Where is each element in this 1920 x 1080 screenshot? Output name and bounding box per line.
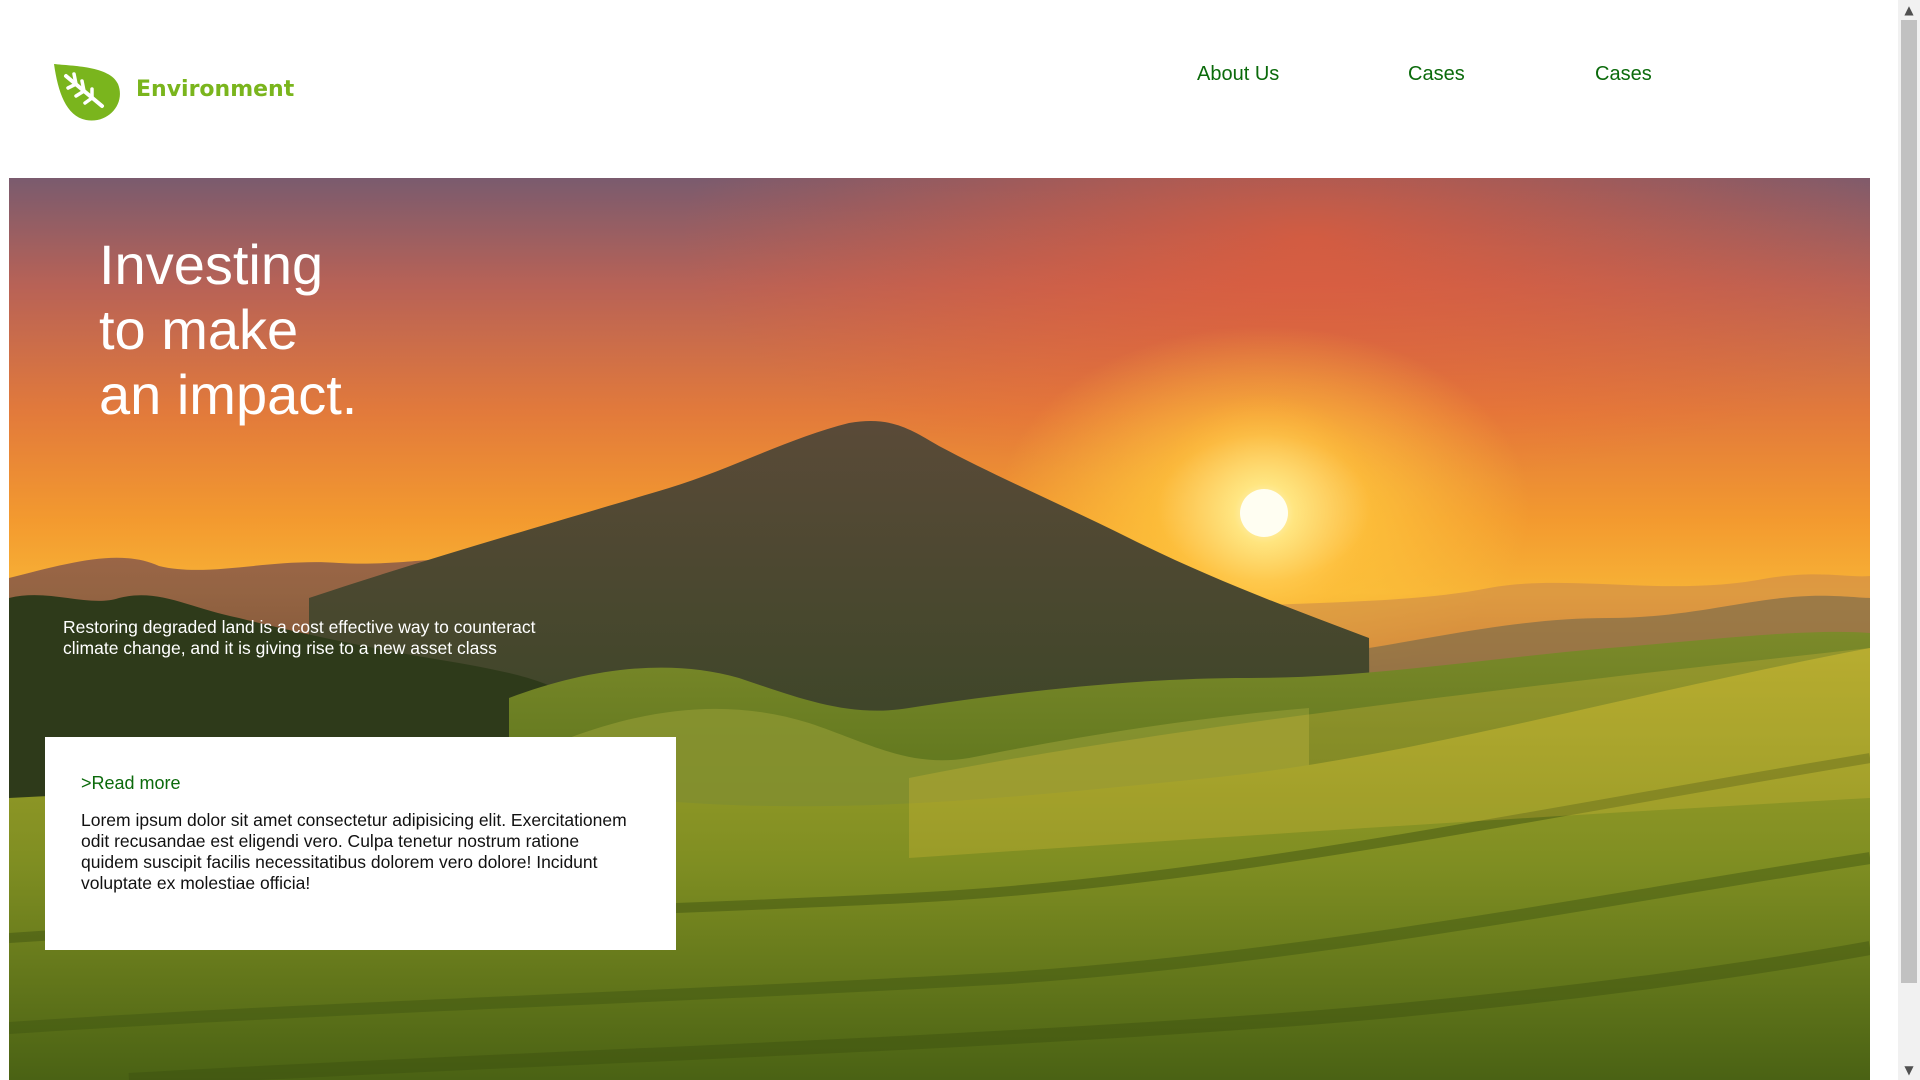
nav-item-cases-2[interactable]: Cases (1595, 63, 1652, 86)
page: Environment About Us Cases Cases Investi… (0, 0, 1920, 1080)
hero-title-line-2: to make (99, 298, 299, 361)
info-card-text: Lorem ipsum dolor sit amet consectetur a… (81, 810, 627, 893)
hero-title-line-1: Investing (99, 233, 324, 296)
hero-banner: Investing to make an impact. Restoring d… (9, 178, 1870, 1080)
hero-title: Investing to make an impact. (99, 232, 357, 427)
read-more-link[interactable]: >Read more (81, 773, 181, 794)
scrollbar-thumb[interactable] (1901, 20, 1917, 983)
site-header: Environment About Us Cases Cases (0, 0, 1898, 178)
scroll-up-arrow-icon[interactable]: ▲ (1898, 0, 1920, 20)
vertical-scrollbar[interactable]: ▲ ▼ (1898, 0, 1920, 1080)
info-card: >Read more Lorem ipsum dolor sit amet co… (45, 737, 676, 950)
scroll-down-arrow-icon[interactable]: ▼ (1898, 1060, 1920, 1080)
nav-item-cases[interactable]: Cases (1408, 63, 1465, 86)
hero-title-line-3: an impact. (99, 363, 358, 426)
nav-item-about-us[interactable]: About Us (1197, 63, 1279, 86)
hero-subtitle: Restoring degraded land is a cost effect… (63, 617, 536, 658)
main-nav: About Us Cases Cases (0, 63, 1898, 89)
